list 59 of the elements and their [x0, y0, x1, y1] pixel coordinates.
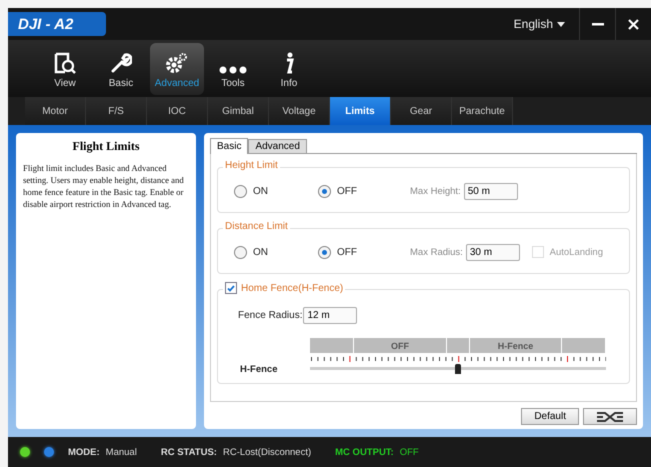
status-value: OFF	[400, 446, 419, 458]
toolbar-button[interactable]: View	[38, 42, 92, 94]
radio-option[interactable]: ON	[234, 246, 318, 258]
minimize-icon	[592, 22, 604, 26]
input-field[interactable]: 30 m	[466, 244, 520, 260]
wrench-icon	[110, 52, 132, 74]
tab[interactable]: Advanced	[248, 139, 307, 153]
range-segment: H-Fence	[470, 338, 561, 353]
status-label: MODE:	[68, 446, 100, 458]
toolbar-button[interactable]: Tools	[206, 42, 260, 94]
write-button[interactable]	[583, 408, 637, 425]
app-logo: DJI - A2	[8, 12, 106, 36]
status-label: RC STATUS:	[160, 446, 217, 458]
slider-thumb[interactable]	[455, 364, 461, 374]
help-title: Flight Limits	[71, 139, 140, 154]
slider-track[interactable]	[310, 363, 606, 375]
range-segment	[310, 338, 353, 353]
radio-option[interactable]: OFF	[318, 246, 402, 258]
group-title: Home Fence(H-Fence)	[241, 282, 344, 294]
help-text: Flight limit includes Basic and Advanced setting. Users may enable height, distance and home fence feature in the Basic tag. Enable or disable airport restriction in Advanced tag.	[23, 162, 185, 210]
status-label: MC OUTPUT:	[335, 446, 394, 458]
section-tab[interactable]: IOC	[147, 97, 208, 125]
range-segment	[447, 338, 469, 353]
field-label: Max Radius:	[410, 246, 463, 258]
caret-icon	[557, 22, 565, 26]
tab[interactable]: Basic	[210, 138, 248, 154]
radio-option[interactable]: ON	[234, 184, 318, 198]
field-label: Fence Radius:	[238, 310, 302, 320]
toolbar-button[interactable]: Basic	[94, 42, 148, 94]
checkbox[interactable]	[225, 282, 237, 294]
document-search-icon	[54, 52, 76, 74]
cross-arrows-icon	[596, 410, 624, 422]
section-tab[interactable]: Motor	[25, 97, 86, 125]
default-button[interactable]: Default	[521, 408, 579, 425]
section-tab[interactable]: Gimbal	[208, 97, 269, 125]
section-tab[interactable]: Limits	[330, 97, 391, 125]
status-led	[44, 447, 54, 457]
input-field[interactable]: 12 m	[303, 306, 358, 324]
dots-icon	[219, 66, 247, 74]
status-value: Manual	[106, 446, 137, 458]
range-segment: OFF	[354, 338, 446, 353]
section-tab[interactable]: F/S	[86, 97, 147, 125]
input-field[interactable]: 50 m	[464, 182, 518, 200]
slider-label: H-Fence	[239, 364, 278, 375]
status-led	[20, 447, 30, 457]
toolbar-button[interactable]: Advanced	[150, 42, 204, 94]
group-title: Height Limit	[225, 160, 278, 171]
section-tab[interactable]: Parachute	[452, 97, 513, 125]
toolbar-button[interactable]: Info	[262, 42, 316, 94]
field-label: Max Height:	[410, 186, 461, 196]
language-dropdown[interactable]: English	[500, 8, 579, 40]
close-icon	[628, 18, 639, 30]
group-title: Distance Limit	[225, 221, 288, 232]
section-tab[interactable]: Voltage	[269, 97, 330, 125]
radio-option[interactable]: OFF	[318, 184, 402, 198]
status-value: RC-Lost(Disconnect)	[222, 446, 312, 458]
gears-icon	[165, 52, 189, 74]
section-tab[interactable]: Gear	[391, 97, 452, 125]
range-segment	[562, 338, 605, 353]
